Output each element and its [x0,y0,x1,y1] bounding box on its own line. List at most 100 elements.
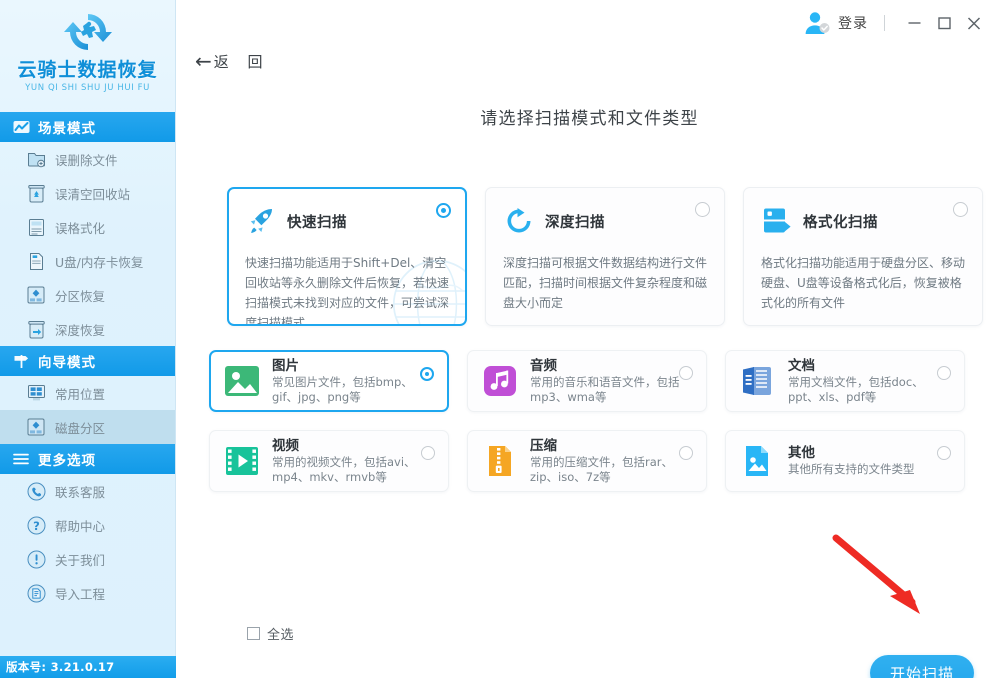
footer-bar: 全选 开始扫描 [176,534,996,678]
file-type-card-other[interactable]: 其他 其他所有支持的文件类型 [725,430,965,492]
sidebar-item-partition-recover[interactable]: 分区恢复 [0,278,175,312]
hamburger-icon [12,450,30,468]
start-scan-button[interactable]: 开始扫描 [870,655,974,678]
file-type-radio[interactable] [679,366,693,380]
file-type-card-archive[interactable]: 压缩 常用的压缩文件，包括rar、zip、iso、7z等 [467,430,707,492]
sidebar-item-label: 联系客服 [55,484,106,500]
sidebar-item-label: 磁盘分区 [55,420,106,436]
file-type-texts: 文档 常用文档文件，包括doc、ppt、xls、pdf等 [788,358,950,405]
sidebar-item-label: 误清空回收站 [55,186,131,202]
other-file-icon [746,446,768,476]
back-button[interactable]: ← 返 回 [195,51,270,72]
sidebar-item-about-us[interactable]: 关于我们 [0,542,175,576]
video-file-icon [226,447,258,475]
sidebar-section-scene-mode[interactable]: 场景模式 [0,112,175,142]
sidebar-section-label: 更多选项 [38,453,96,469]
file-type-card-audio[interactable]: 音频 常用的音乐和语音文件，包括mp3、wma等 [467,350,707,412]
sidebar-item-format[interactable]: 误格式化 [0,210,175,244]
file-type-name: 视频 [272,437,299,454]
select-all-checkbox[interactable]: 全选 [247,624,294,643]
file-type-texts: 音频 常用的音乐和语音文件，包括mp3、wma等 [530,358,692,405]
document-file-icon [743,367,771,395]
scan-mode-radio[interactable] [953,202,968,217]
titlebar-divider [884,15,885,31]
scan-mode-header: 格式化扫描 [761,204,967,238]
file-type-card-image[interactable]: 图片 常见图片文件，包括bmp、gif、jpg、png等 [209,350,449,412]
sidebar-item-label: 分区恢复 [55,288,106,304]
sidebar-item-deep-recover[interactable]: 深度恢复 [0,312,175,346]
about-icon [26,549,46,569]
file-type-texts: 视频 常用的视频文件，包括avi、mp4、mkv、rmvb等 [272,438,434,485]
scan-mode-list: 快速扫描 快速扫描功能适用于Shift+Del、清空回收站等永久删除文件后恢复，… [227,187,983,326]
sidebar-section-label: 向导模式 [38,355,96,371]
scan-mode-desc: 格式化扫描功能适用于硬盘分区、移动硬盘、U盘等设备格式化后，恢复被格式化的所有文… [761,256,966,310]
audio-file-icon [484,366,516,396]
checkbox-box-icon [247,627,260,640]
file-type-card-video[interactable]: 视频 常用的视频文件，包括avi、mp4、mkv、rmvb等 [209,430,449,492]
format-scan-icon [764,208,791,233]
titlebar: 登录 [176,0,996,46]
refresh-deep-icon [507,208,531,233]
close-button[interactable] [959,8,989,38]
back-row: ← 返 回 [176,46,996,76]
help-icon: ? [26,515,46,535]
file-type-desc: 常用文档文件，包括doc、ppt、xls、pdf等 [788,374,924,404]
arrow-left-icon: ← [195,49,212,73]
scan-mode-card-format[interactable]: 格式化扫描 格式化扫描功能适用于硬盘分区、移动硬盘、U盘等设备格式化后，恢复被格… [743,187,983,326]
annotation-arrow-icon [832,534,920,614]
scan-mode-radio[interactable] [436,203,451,218]
partition-recover-icon [26,285,46,305]
file-type-name: 文档 [788,357,815,374]
sidebar-item-disk-partition[interactable]: 磁盘分区 [0,410,175,444]
sidebar-item-usb-card[interactable]: U盘/内存卡恢复 [0,244,175,278]
file-type-desc: 常用的视频文件，包括avi、mp4、mkv、rmvb等 [272,454,416,484]
rocket-icon [250,209,272,233]
sidebar-item-help-center[interactable]: ? 帮助中心 [0,508,175,542]
file-type-desc: 其他所有支持的文件类型 [788,462,915,476]
scan-mode-card-quick[interactable]: 快速扫描 快速扫描功能适用于Shift+Del、清空回收站等永久删除文件后恢复，… [227,187,467,326]
deleted-file-icon [26,149,46,169]
sidebar-section-guide-mode[interactable]: 向导模式 [0,346,175,376]
sidebar-item-label: 导入工程 [55,586,106,602]
file-type-radio[interactable] [420,367,434,381]
file-type-card-document[interactable]: 文档 常用文档文件，包括doc、ppt、xls、pdf等 [725,350,965,412]
sidebar-item-recycle-bin[interactable]: 误清空回收站 [0,176,175,210]
file-type-texts: 其他 其他所有支持的文件类型 [788,445,950,477]
image-file-icon [225,366,259,396]
sidebar-item-common-location[interactable]: 常用位置 [0,376,175,410]
file-type-radio[interactable] [937,366,951,380]
scan-mode-name: 格式化扫描 [803,214,878,231]
version-label: 版本号: 3.21.0.17 [0,656,176,678]
file-type-radio[interactable] [421,446,435,460]
file-type-desc: 常用的音乐和语音文件，包括mp3、wma等 [530,374,680,404]
scene-mode-icon [12,118,30,136]
scan-mode-card-deep[interactable]: 深度扫描 深度扫描可根据文件数据结构进行文件匹配，扫描时间根据文件复杂程度和磁盘… [485,187,725,326]
minimize-button[interactable] [899,8,929,38]
common-location-icon [26,383,46,403]
svg-text:?: ? [33,519,40,533]
sidebar-section-label: 场景模式 [38,121,96,137]
recycle-bin-icon [26,183,46,203]
file-type-texts: 压缩 常用的压缩文件，包括rar、zip、iso、7z等 [530,438,692,485]
sidebar-item-contact-support[interactable]: 联系客服 [0,474,175,508]
file-type-radio[interactable] [679,446,693,460]
file-type-radio[interactable] [937,446,951,460]
usb-card-icon [26,251,46,271]
file-type-desc: 常用的压缩文件，包括rar、zip、iso、7z等 [530,454,674,484]
sidebar-item-deleted-file[interactable]: 误删除文件 [0,142,175,176]
sidebar-item-import-project[interactable]: 导入工程 [0,576,175,610]
sidebar-item-label: 深度恢复 [55,322,106,338]
maximize-button[interactable] [929,8,959,38]
file-type-desc: 常见图片文件，包括bmp、gif、jpg、png等 [272,374,413,404]
app-logo: 云骑士数据恢复 YUN QI SHI SHU JU HUI FU [0,0,175,112]
deep-recover-icon [26,319,46,339]
file-type-name: 其他 [788,445,815,461]
logo-title: 云骑士数据恢复 [17,59,158,81]
login-button[interactable]: 登录 [803,10,868,36]
file-type-texts: 图片 常见图片文件，包括bmp、gif、jpg、png等 [272,358,434,405]
scan-mode-radio[interactable] [695,202,710,217]
sidebar-item-label: U盘/内存卡恢复 [55,254,144,270]
sidebar-item-label: 关于我们 [55,552,106,568]
sidebar-section-more-options[interactable]: 更多选项 [0,444,175,474]
sidebar: 云骑士数据恢复 YUN QI SHI SHU JU HUI FU 场景模式 误删… [0,0,176,678]
